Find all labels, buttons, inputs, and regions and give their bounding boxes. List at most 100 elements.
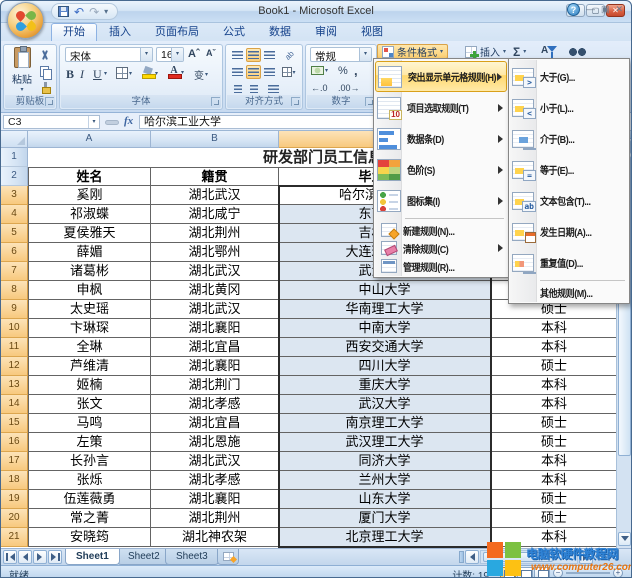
cell[interactable]: 本科 <box>491 471 618 490</box>
menu-item[interactable]: 重复值(D)... <box>510 247 628 278</box>
sort-filter-button[interactable]: A <box>537 44 563 59</box>
italic-button[interactable]: I <box>80 67 84 82</box>
header-cell[interactable]: 姓名 <box>28 167 151 186</box>
office-button[interactable] <box>7 2 44 39</box>
underline-dropdown-icon[interactable]: ▾ <box>104 70 107 77</box>
row-header-14[interactable]: 14 <box>1 395 28 414</box>
cell[interactable]: 安晓筠 <box>28 528 151 547</box>
menu-item[interactable]: 大于(G)... <box>510 61 628 92</box>
decrease-indent-button[interactable] <box>230 82 245 96</box>
cell[interactable]: 申枫 <box>28 281 151 300</box>
cell[interactable]: 湖北荆州 <box>151 509 279 528</box>
row-header-20[interactable]: 20 <box>1 509 28 528</box>
cell[interactable]: 本科 <box>491 376 618 395</box>
ribbon-tab-开始[interactable]: 开始 <box>51 23 97 41</box>
font-name-dropdown-icon[interactable]: ▾ <box>140 48 152 61</box>
cell[interactable]: 北京理工大学 <box>279 528 491 547</box>
scroll-right-icon[interactable] <box>579 550 593 564</box>
row-header-16[interactable]: 16 <box>1 433 28 452</box>
align-top-button[interactable] <box>230 48 245 62</box>
align-center-button[interactable] <box>246 65 261 79</box>
menu-item[interactable]: 清除规则(C) <box>375 239 507 257</box>
grow-font-button[interactable]: Aˆ <box>188 48 200 60</box>
menu-item[interactable]: 发生日期(A)... <box>510 216 628 247</box>
horizontal-scroll-thumb[interactable] <box>483 552 553 562</box>
cell[interactable]: 伍莲薇勇 <box>28 490 151 509</box>
first-sheet-icon[interactable] <box>3 550 17 564</box>
number-format-combo[interactable]: 常规▾ <box>310 47 372 62</box>
cell[interactable]: 湖北孝感 <box>151 471 279 490</box>
cell[interactable]: 张烁 <box>28 471 151 490</box>
cell[interactable]: 硕士 <box>491 509 618 528</box>
cell[interactable]: 华南理工大学 <box>279 300 491 319</box>
cell[interactable]: 硕士 <box>491 433 618 452</box>
cell[interactable]: 南京理工大学 <box>279 414 491 433</box>
cell[interactable]: 硕士 <box>491 490 618 509</box>
accounting-dropdown-icon[interactable]: ▾ <box>325 67 328 74</box>
cell[interactable]: 夏侯雅天 <box>28 224 151 243</box>
header-cell[interactable]: 籍贯 <box>151 167 279 186</box>
scroll-left-icon[interactable] <box>465 550 479 564</box>
row-header-13[interactable]: 13 <box>1 376 28 395</box>
cell[interactable]: 湖北神农架 <box>151 528 279 547</box>
font-name-combo[interactable]: 宋体▾ <box>65 47 153 62</box>
column-header-A[interactable]: A <box>28 131 151 148</box>
cell[interactable]: 湖北襄阳 <box>151 319 279 338</box>
row-header-8[interactable]: 8 <box>1 281 28 300</box>
format-painter-button[interactable] <box>40 82 51 94</box>
cell[interactable]: 湖北鄂州 <box>151 243 279 262</box>
cut-button[interactable] <box>40 50 50 61</box>
fill-color-button[interactable]: ▾ <box>142 67 158 79</box>
cell[interactable]: 湖北襄阳 <box>151 357 279 376</box>
ribbon-tab-插入[interactable]: 插入 <box>97 23 143 41</box>
cell[interactable]: 湖北恩施 <box>151 433 279 452</box>
cell[interactable]: 马鸣 <box>28 414 151 433</box>
align-left-button[interactable] <box>230 65 245 79</box>
menu-item[interactable]: 项目选取规则(T) <box>375 92 507 123</box>
zoom-track[interactable] <box>566 572 610 574</box>
cell[interactable]: 湖北宜昌 <box>151 414 279 433</box>
conditional-formatting-button[interactable]: 条件格式 ▾ <box>377 44 448 59</box>
cell[interactable]: 湖北武汉 <box>151 186 279 205</box>
merge-center-button[interactable]: ▾ <box>278 65 300 79</box>
align-bottom-button[interactable] <box>262 48 277 62</box>
row-header-1[interactable]: 1 <box>1 148 28 167</box>
cell[interactable]: 全琳 <box>28 338 151 357</box>
cell[interactable]: 中南大学 <box>279 319 491 338</box>
cell[interactable]: 常之菁 <box>28 509 151 528</box>
menu-item[interactable]: 管理规则(R)... <box>375 257 507 275</box>
column-header-B[interactable]: B <box>151 131 279 148</box>
zoom-in-icon[interactable]: + <box>613 568 623 578</box>
zoom-out-icon[interactable]: − <box>553 568 563 578</box>
paste-button[interactable]: 粘贴 ▾ <box>8 47 36 93</box>
orientation-button[interactable]: ab <box>282 48 297 62</box>
cell[interactable]: 中山大学 <box>279 281 491 300</box>
insert-cells-button[interactable]: 插入 ▾ <box>461 44 510 59</box>
align-right-button[interactable] <box>262 65 277 79</box>
cell[interactable]: 姬楠 <box>28 376 151 395</box>
alignment-dialog-launcher-icon[interactable] <box>291 97 300 106</box>
ribbon-tab-审阅[interactable]: 审阅 <box>303 23 349 41</box>
align-middle-button[interactable] <box>246 48 261 62</box>
menu-item[interactable]: 文本包含(T)... <box>510 185 628 216</box>
cell[interactable]: 厦门大学 <box>279 509 491 528</box>
comma-style-button[interactable]: , <box>354 63 358 78</box>
ribbon-tab-页面布局[interactable]: 页面布局 <box>143 23 211 41</box>
cell[interactable]: 湖北孝感 <box>151 395 279 414</box>
merge-dropdown-icon[interactable]: ▾ <box>292 69 295 76</box>
row-header-12[interactable]: 12 <box>1 357 28 376</box>
font-dialog-launcher-icon[interactable] <box>211 97 220 106</box>
cell[interactable]: 祁淑蝶 <box>28 205 151 224</box>
cell[interactable]: 薛媚 <box>28 243 151 262</box>
cell[interactable]: 卞琳琛 <box>28 319 151 338</box>
cell[interactable]: 重庆大学 <box>279 376 491 395</box>
cell[interactable]: 湖北黄冈 <box>151 281 279 300</box>
cell[interactable]: 本科 <box>491 395 618 414</box>
normal-view-button[interactable] <box>500 567 516 578</box>
accounting-format-button[interactable]: ▾ <box>311 66 328 75</box>
borders-button[interactable]: ▾ <box>116 67 132 79</box>
cell[interactable]: 西安交通大学 <box>279 338 491 357</box>
next-sheet-icon[interactable] <box>33 550 47 564</box>
horizontal-scrollbar[interactable] <box>480 550 578 564</box>
row-header-9[interactable]: 9 <box>1 300 28 319</box>
